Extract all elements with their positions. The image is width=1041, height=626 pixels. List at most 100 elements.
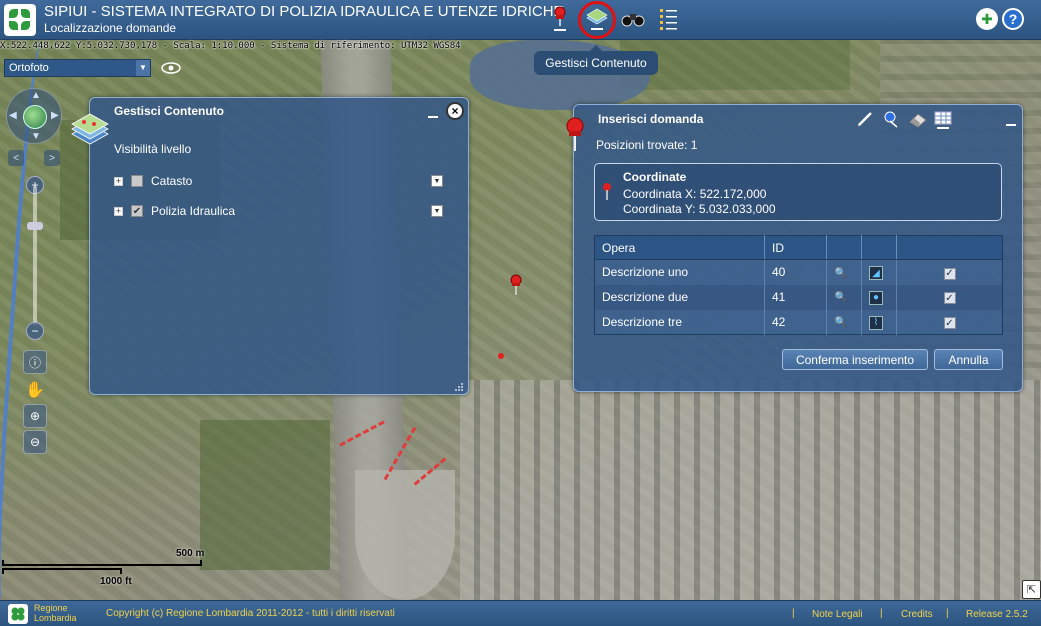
cancel-button[interactable]: Annulla [934, 349, 1003, 370]
magnifier-minus-icon: ⊖ [29, 435, 41, 449]
zoom-to-icon[interactable]: 🔍 [834, 266, 848, 280]
insert-request-panel: Inserisci domanda Posizioni trovate: 1 C… [566, 104, 1023, 392]
chevron-down-icon: ▼ [136, 60, 150, 76]
fullscreen-button[interactable]: ⇱ [1022, 580, 1041, 599]
manage-content-panel: Gestisci Contenuto × Visibilità livello … [71, 97, 469, 395]
help-button[interactable]: ? [1002, 8, 1024, 30]
table-row[interactable]: Descrizione tre 42 🔍 ⌇ ✓ [594, 309, 1003, 335]
legal-notes-link[interactable]: Note Legali [812, 609, 863, 620]
pan-up-icon[interactable]: ▲ [31, 90, 41, 101]
map-field [200, 420, 330, 570]
zoom-out-button[interactable]: − [26, 322, 44, 340]
pan-right-icon[interactable]: ▶ [51, 110, 59, 121]
region-logo [8, 604, 28, 624]
zoom-slider-thumb[interactable] [27, 222, 43, 230]
column-header-zoom [826, 235, 862, 260]
map-pushpin-icon[interactable] [508, 274, 526, 296]
coordinate-x: Coordinata X: 522.172,000 [623, 187, 767, 201]
basemap-select[interactable]: Ortofoto ▼ [4, 59, 151, 77]
layer-checkbox-polizia-idraulica[interactable]: ✔ [131, 205, 143, 217]
basemap-selected-value: Ortofoto [9, 62, 49, 74]
magnifier-plus-icon: ⊕ [29, 409, 41, 423]
column-header-opera: Opera [594, 235, 765, 260]
cell-opera: Descrizione uno [594, 259, 765, 285]
column-header-select [896, 235, 1003, 260]
pushpin-icon [554, 6, 566, 31]
layer-visibility-label: Visibilità livello [114, 142, 192, 156]
work-type-icon: ◢ [869, 266, 883, 280]
chevron-down-icon: ▼ [433, 177, 441, 185]
copyright-text: Copyright (c) Regione Lombardia 2011-201… [106, 608, 395, 619]
layer-label: Catasto [151, 174, 193, 188]
eraser-icon[interactable] [908, 110, 928, 128]
zoom-to-icon[interactable]: 🔍 [834, 316, 848, 330]
region-name-line1: Regione [34, 603, 68, 613]
layer-options-dropdown[interactable]: ▼ [431, 205, 443, 217]
scale-metric-bar [2, 560, 202, 566]
scale-imperial-label: 1000 ft [100, 576, 132, 587]
cell-id: 41 [764, 284, 827, 310]
pushpin-blue-icon[interactable] [882, 110, 900, 128]
cell-id: 42 [764, 309, 827, 335]
layer-row-catasto: + Catasto [114, 172, 444, 190]
zoom-box-out-button[interactable]: ⊖ [23, 430, 47, 454]
footer-separator: | [880, 608, 883, 619]
footer-separator: | [792, 608, 795, 619]
add-icon: ✚ [981, 10, 993, 27]
zoom-box-in-button[interactable]: ⊕ [23, 404, 47, 428]
row-checkbox[interactable]: ✓ [943, 317, 956, 329]
rotate-right-button[interactable]: > [44, 150, 60, 166]
scale-metric-label: 500 m [176, 548, 205, 559]
layers-large-icon [71, 113, 109, 145]
app-footer: Regione Lombardia Copyright (c) Regione … [0, 600, 1041, 626]
add-button[interactable]: ✚ [976, 8, 998, 30]
confirm-insert-button[interactable]: Conferma inserimento [782, 349, 928, 370]
coordinates-title: Coordinate [623, 170, 687, 184]
table-row[interactable]: Descrizione due 41 🔍 ● ✓ [594, 284, 1003, 310]
search-tool-button[interactable] [620, 5, 646, 33]
minimize-button[interactable] [428, 116, 438, 118]
pan-left-icon[interactable]: ◀ [9, 110, 17, 121]
zoom-to-icon[interactable]: 🔍 [834, 291, 848, 305]
globe-icon[interactable] [23, 105, 47, 129]
info-tool-button[interactable]: ⓘ [23, 350, 47, 374]
pan-down-icon[interactable]: ▼ [31, 131, 41, 142]
layer-label: Polizia Idraulica [151, 204, 236, 218]
region-name: Regione Lombardia [34, 603, 77, 623]
row-checkbox[interactable]: ✓ [943, 292, 956, 305]
works-table: Opera ID Descrizione uno 40 🔍 ◢ ✓ Descri… [594, 235, 1003, 335]
pan-control[interactable]: ▲ ▼ ◀ ▶ [6, 88, 62, 144]
table-icon[interactable] [934, 110, 952, 130]
expand-icon[interactable]: + [114, 176, 123, 186]
close-button[interactable]: × [446, 102, 464, 120]
pushpin-tool-button[interactable] [547, 5, 573, 33]
table-row[interactable]: Descrizione uno 40 🔍 ◢ ✓ [594, 259, 1003, 285]
rotate-left-button[interactable]: < [8, 150, 24, 166]
info-icon: ⓘ [28, 355, 41, 370]
map-urban-area [460, 380, 1041, 600]
list-tool-button[interactable] [656, 5, 682, 33]
resize-grip-icon[interactable] [454, 382, 464, 392]
cell-id: 40 [764, 259, 827, 285]
minimize-button[interactable] [1006, 124, 1016, 126]
column-header-type [861, 235, 897, 260]
coordinates-readout: X:522.448,622 Y:5.032.730,178 - Scala: 1… [0, 41, 461, 51]
layer-checkbox-catasto[interactable] [131, 175, 143, 187]
binoculars-icon [621, 14, 645, 27]
credits-link[interactable]: Credits [901, 609, 933, 620]
expand-icon[interactable]: + [114, 206, 123, 216]
pushpin-large-icon [566, 117, 584, 151]
highlight-ring [578, 1, 616, 39]
pan-tool-button[interactable]: ✋ [23, 378, 47, 402]
panel-title: Inserisci domanda [598, 112, 704, 126]
row-checkbox[interactable]: ✓ [943, 267, 956, 280]
zoom-slider-track[interactable] [33, 186, 37, 326]
work-type-icon: ● [869, 290, 883, 305]
layer-options-dropdown[interactable]: ▼ [431, 175, 443, 187]
map-runway-end [355, 470, 455, 600]
pencil-icon[interactable] [856, 110, 874, 128]
region-leaf-icon [11, 607, 25, 621]
cell-opera: Descrizione due [594, 284, 765, 310]
hand-icon: ✋ [25, 382, 45, 399]
visibility-toggle[interactable] [160, 59, 182, 77]
